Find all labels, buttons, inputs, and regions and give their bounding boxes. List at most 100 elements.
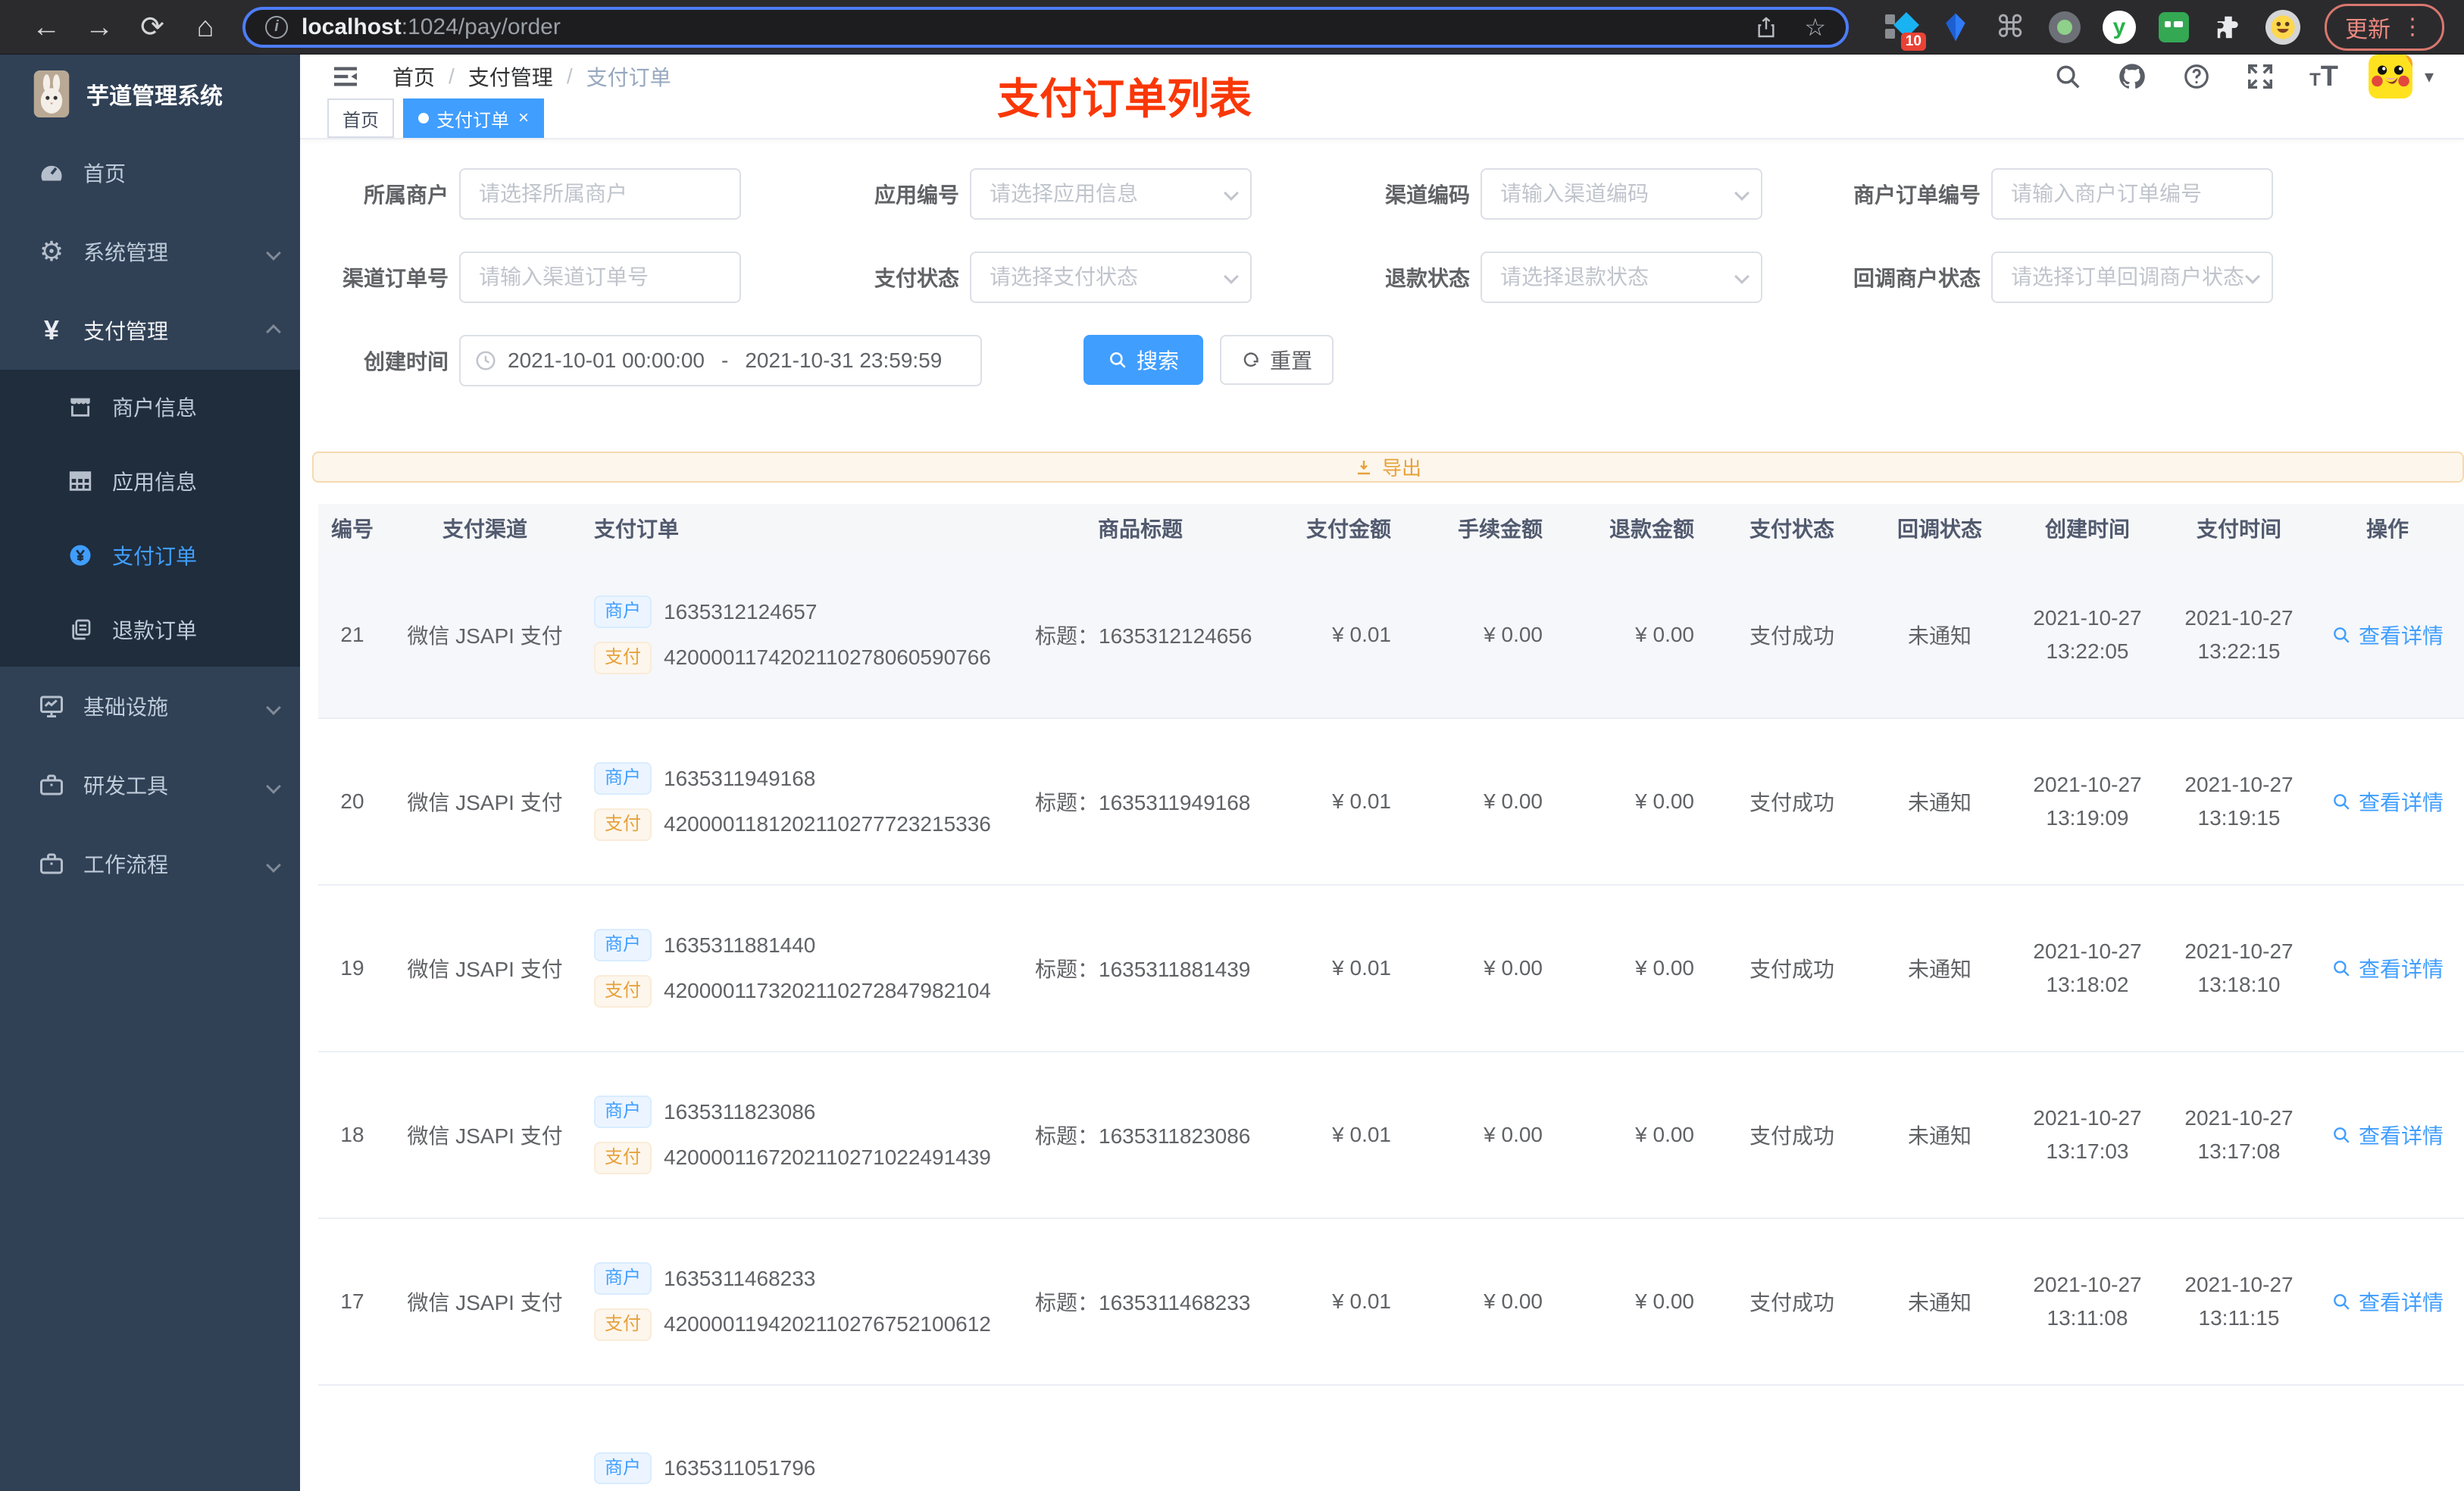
- cell-id: 20: [340, 789, 364, 813]
- col-pay-order: 支付订单: [594, 517, 680, 541]
- refund-status-select[interactable]: [1481, 252, 1762, 303]
- sidebar-item-workflow[interactable]: 工作流程: [0, 824, 300, 903]
- magnifier-icon: [2334, 627, 2350, 643]
- dashboard-icon: [35, 159, 68, 186]
- merchant-order-no: 1635311468233: [664, 1266, 816, 1290]
- cell-pay-time: 2021-10-27 13:22:15: [2184, 606, 2294, 663]
- fullscreen-icon[interactable]: [2246, 62, 2275, 91]
- pay-status-select[interactable]: [970, 252, 1252, 303]
- cell-amount: ¥ 0.01: [1332, 956, 1391, 980]
- channel-code-select[interactable]: [1481, 168, 1762, 220]
- merchant-order-no-input[interactable]: [1991, 168, 2273, 220]
- merchant-tag: 商户: [594, 1262, 652, 1295]
- filter-app-no: 应用编号: [826, 168, 1252, 220]
- tab-pay-order[interactable]: 支付订单 ×: [403, 98, 545, 138]
- cell-pay-status: 支付成功: [1749, 1291, 1834, 1314]
- cell-channel: 微信 JSAPI 支付: [407, 1124, 563, 1148]
- cell-channel: 微信 JSAPI 支付: [407, 624, 563, 648]
- sidebar-item-label: 应用信息: [112, 470, 198, 494]
- font-size-icon[interactable]: TT: [2309, 61, 2338, 93]
- sidebar-item-app-info[interactable]: 应用信息: [0, 444, 300, 518]
- view-detail-link[interactable]: 查看详情: [2311, 1286, 2464, 1317]
- date-range-picker[interactable]: 2021-10-01 00:00:00 - 2021-10-31 23:59:5…: [459, 335, 982, 386]
- export-button[interactable]: 导出: [312, 452, 2464, 483]
- chevron-down-icon: [1224, 269, 1239, 286]
- tab-label: 支付订单: [436, 110, 509, 131]
- merchant-tag: 商户: [594, 762, 652, 795]
- app-no-select[interactable]: [970, 168, 1252, 220]
- profile-avatar-icon[interactable]: [2265, 9, 2300, 45]
- breadcrumb-home[interactable]: 首页: [392, 61, 435, 92]
- extension-y-icon[interactable]: y: [2102, 10, 2137, 45]
- sidebar-item-home[interactable]: 首页: [0, 133, 300, 212]
- cell-pay-order: 商户 1635311468233 支付 4200001194202110276752…: [583, 1262, 1008, 1341]
- magnifier-icon: [2334, 961, 2350, 977]
- url-host: localhost: [302, 14, 402, 39]
- extensions-puzzle-icon[interactable]: [2211, 10, 2246, 45]
- sidebar-logo[interactable]: 芋道管理系统: [0, 55, 300, 133]
- merchant-input[interactable]: [459, 168, 741, 220]
- active-dot: [418, 113, 429, 123]
- filter-merchant: 所属商户: [315, 168, 741, 220]
- close-icon[interactable]: ×: [518, 108, 529, 129]
- notify-status-select[interactable]: [1991, 252, 2273, 303]
- extension-command-icon[interactable]: ⌘: [1993, 10, 2028, 45]
- cell-fee: ¥ 0.00: [1484, 1123, 1543, 1146]
- sidebar-item-label: 首页: [83, 162, 127, 186]
- sidebar-item-system[interactable]: ⚙ 系统管理: [0, 212, 300, 291]
- cell-refund: ¥ 0.00: [1635, 1123, 1694, 1146]
- date-separator: -: [721, 349, 729, 372]
- sidebar-item-refund-order[interactable]: 退款订单: [0, 592, 300, 667]
- view-detail-link[interactable]: 查看详情: [2311, 786, 2464, 817]
- reset-button[interactable]: 重置: [1220, 335, 1334, 385]
- view-detail-link[interactable]: 查看详情: [2311, 620, 2464, 650]
- sidebar-item-pay[interactable]: ¥ 支付管理: [0, 291, 300, 370]
- share-icon[interactable]: [1754, 15, 1778, 39]
- avatar-caret-icon[interactable]: ▾: [2425, 66, 2434, 88]
- address-bar[interactable]: i localhost :1024/pay/order ☆: [242, 6, 1849, 48]
- cell-pay-order: 商户 1635311051796: [583, 1452, 1008, 1485]
- cell-pay-status: 支付成功: [1749, 1124, 1834, 1148]
- breadcrumb-pay[interactable]: 支付管理: [468, 61, 553, 92]
- back-icon[interactable]: ←: [20, 13, 73, 42]
- col-create-time: 创建时间: [2044, 517, 2130, 541]
- sidebar-item-devtools[interactable]: 研发工具: [0, 746, 300, 824]
- help-icon[interactable]: [2182, 62, 2211, 91]
- extension-kite-icon[interactable]: [1938, 10, 1973, 45]
- site-info-icon[interactable]: i: [265, 15, 288, 39]
- bookmark-star-icon[interactable]: ☆: [1804, 15, 1826, 39]
- extensions-area: 10 ⌘ y 更新 ⋮: [1871, 3, 2444, 51]
- cell-create-time: 2021-10-27 13:11:08: [2033, 1273, 2142, 1330]
- browser-menu-icon[interactable]: ⋮: [2401, 14, 2424, 40]
- cell-title: 标题：1635312124656: [1035, 624, 1252, 648]
- chevron-up-icon: [266, 318, 281, 342]
- search-button[interactable]: 搜索: [1083, 335, 1204, 385]
- channel-order-no-input[interactable]: [459, 252, 741, 303]
- home-icon[interactable]: ⌂: [179, 13, 232, 42]
- view-detail-link[interactable]: 查看详情: [2311, 953, 2464, 983]
- browser-update-button[interactable]: 更新 ⋮: [2325, 3, 2444, 51]
- chevron-down-icon: [2245, 269, 2260, 286]
- menu-fold-icon[interactable]: [330, 61, 364, 92]
- reload-icon[interactable]: ⟳: [126, 13, 179, 42]
- view-detail-link[interactable]: 查看详情: [2311, 1120, 2464, 1150]
- github-icon[interactable]: [2117, 61, 2147, 92]
- sidebar-item-pay-order[interactable]: 支付订单: [0, 518, 300, 592]
- forward-icon[interactable]: →: [73, 13, 126, 42]
- sidebar-item-infra[interactable]: 基础设施: [0, 667, 300, 746]
- extension-camera-icon[interactable]: [2047, 10, 2082, 45]
- gear-icon: ⚙: [39, 236, 64, 267]
- update-label: 更新: [2345, 17, 2391, 42]
- search-icon[interactable]: [2053, 62, 2082, 91]
- cell-notify-status: 未通知: [1907, 1291, 1972, 1314]
- extension-chat-icon[interactable]: [2156, 10, 2191, 45]
- pay-tag: 支付: [594, 642, 652, 674]
- user-avatar[interactable]: [2368, 55, 2412, 98]
- sidebar-item-merchant-info[interactable]: 商户信息: [0, 370, 300, 444]
- search-label: 搜索: [1137, 349, 1180, 373]
- chevron-down-icon: [1734, 269, 1750, 286]
- tab-home[interactable]: 首页: [327, 98, 394, 138]
- field-label: 回调商户状态: [1853, 267, 1981, 290]
- extension-diamond-icon[interactable]: 10: [1884, 10, 1926, 51]
- cell-pay-order: 商户 1635311823086 支付 4200001167202110271022…: [583, 1096, 1008, 1174]
